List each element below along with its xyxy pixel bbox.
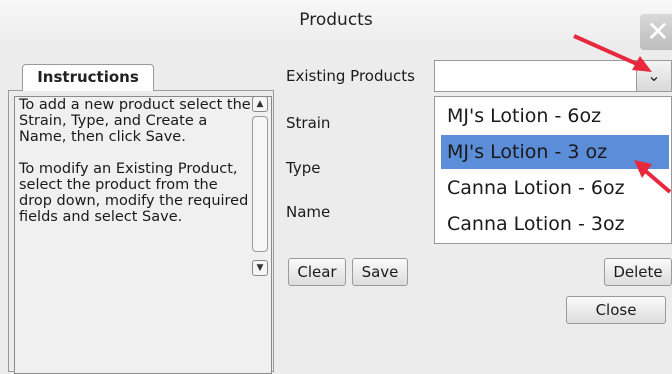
- strain-label: Strain: [286, 114, 331, 132]
- instructions-paragraph-modify: To modify an Existing Product, select th…: [19, 161, 249, 225]
- type-label: Type: [286, 159, 321, 177]
- scroll-thumb[interactable]: [252, 116, 268, 252]
- delete-button[interactable]: Delete: [604, 258, 672, 286]
- save-button[interactable]: Save: [352, 258, 408, 286]
- instructions-paragraph-add: To add a new product select the Strain, …: [19, 97, 251, 145]
- annotation-arrow: [573, 34, 652, 72]
- existing-products-label: Existing Products: [286, 67, 415, 85]
- window-title: Products: [299, 10, 373, 30]
- dropdown-option[interactable]: Canna Lotion - 3oz: [441, 207, 669, 241]
- dropdown-option[interactable]: MJ's Lotion - 6oz: [441, 99, 669, 133]
- close-button[interactable]: Close: [566, 296, 666, 324]
- annotation-arrow: [634, 160, 672, 194]
- scroll-down-icon[interactable]: ▼: [252, 260, 268, 276]
- instructions-scrollbar[interactable]: ▲ ▼: [250, 96, 270, 276]
- scroll-up-icon[interactable]: ▲: [252, 96, 268, 112]
- instructions-text-area: To add a new product select the Strain, …: [14, 96, 272, 374]
- clear-button[interactable]: Clear: [288, 258, 346, 286]
- tab-instructions[interactable]: Instructions: [22, 64, 154, 91]
- name-label: Name: [286, 203, 331, 221]
